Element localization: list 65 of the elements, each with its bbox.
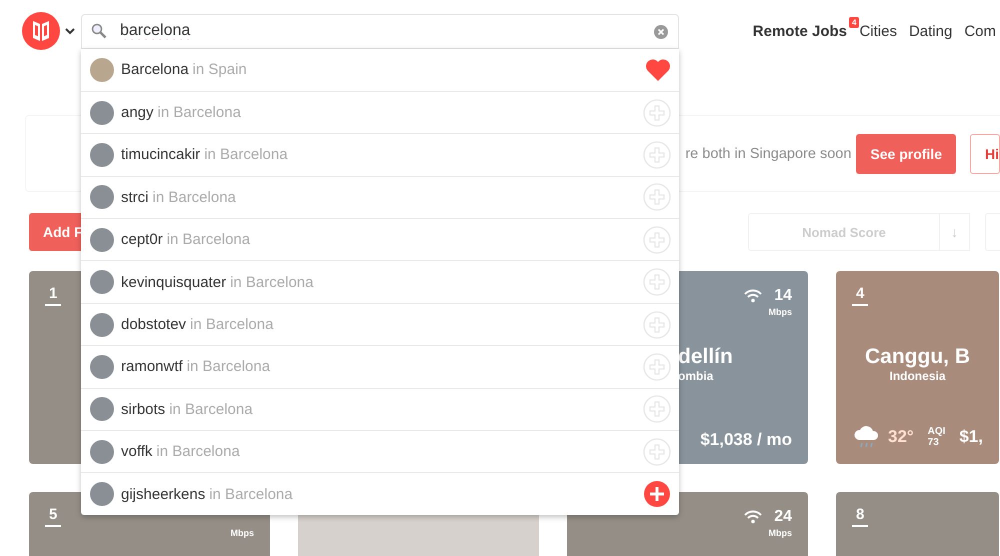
speed-unit: Mbps — [230, 528, 254, 538]
wifi-icon — [742, 289, 762, 303]
avatar — [90, 270, 114, 294]
avatar — [90, 397, 114, 422]
result-location: in Barcelona — [158, 104, 242, 122]
result-location: in Barcelona — [152, 188, 237, 206]
result-name[interactable]: strci — [121, 188, 148, 206]
result-location: in Spain — [192, 61, 248, 78]
logo-icon[interactable] — [22, 12, 60, 50]
country-name: Indonesia — [888, 369, 947, 383]
cost-per-month: $1,038 / mo — [700, 430, 792, 450]
add-icon[interactable] — [643, 480, 671, 508]
speed-value: 14 — [774, 287, 792, 305]
result-location: in Barcelona — [230, 274, 314, 291]
banner-message: re both in Singapore soon — [685, 146, 852, 162]
nav-link[interactable]: Dating — [908, 22, 952, 40]
rank-number: 4 — [852, 285, 868, 306]
avatar — [90, 440, 114, 464]
result-location: in Barcelona — [156, 443, 241, 460]
city-photo — [90, 58, 114, 82]
nav-link[interactable]: Remote Jobs — [752, 22, 847, 40]
heart-icon[interactable] — [645, 58, 671, 82]
wifi-icon — [742, 510, 762, 524]
avatar — [90, 312, 114, 337]
result-name[interactable]: kevinquisquater — [121, 274, 226, 291]
temperature: 32° — [888, 427, 914, 447]
city-name: dellín — [678, 345, 733, 369]
nav-link[interactable]: Cities — [859, 22, 897, 40]
cost-per-month: $1, — [959, 427, 983, 447]
avatar — [90, 482, 114, 506]
result-name[interactable]: dobstotev — [121, 316, 186, 334]
result-name[interactable]: voffk — [121, 443, 152, 460]
search-icon — [91, 22, 107, 38]
nav-link[interactable]: Com — [964, 22, 996, 40]
aqi-value: 73 — [928, 437, 940, 448]
speed-unit: Mbps — [768, 528, 792, 538]
city-name: Canggu, B — [864, 345, 971, 369]
avatar — [90, 228, 114, 252]
result-name[interactable]: angy — [121, 104, 154, 122]
count-badge: 4 — [849, 16, 860, 28]
speed-unit: Mbps — [768, 307, 792, 317]
result-name[interactable]: ramonwtf — [121, 358, 183, 376]
speed-value: 24 — [774, 508, 792, 526]
avatar — [90, 354, 114, 379]
rank-number: 5 — [45, 506, 62, 527]
result-location: in Barcelona — [204, 146, 289, 164]
avatar — [90, 142, 114, 167]
rank-number: 8 — [852, 506, 868, 527]
aqi-label: AQI — [928, 426, 946, 437]
avatar — [90, 100, 114, 125]
result-name[interactable]: cept0r — [121, 231, 163, 248]
rank-number: 1 — [45, 285, 62, 306]
result-location: in Barcelona — [166, 231, 252, 248]
search-field[interactable]: barcelona — [81, 14, 679, 48]
caret-icon[interactable] — [65, 27, 75, 35]
result-name[interactable]: Barcelona — [121, 61, 189, 78]
hi-button[interactable]: Hi — [970, 134, 1000, 174]
result-name[interactable]: timucincakir — [121, 146, 200, 164]
clear-icon[interactable] — [654, 24, 668, 38]
country-name: ombia — [678, 369, 714, 383]
result-location: in Barcelona — [169, 400, 254, 418]
result-location: in Barcelona — [190, 316, 274, 334]
avatar — [90, 185, 114, 210]
result-location: in Barcelona — [186, 358, 272, 376]
result-name[interactable]: sirbots — [121, 400, 166, 418]
